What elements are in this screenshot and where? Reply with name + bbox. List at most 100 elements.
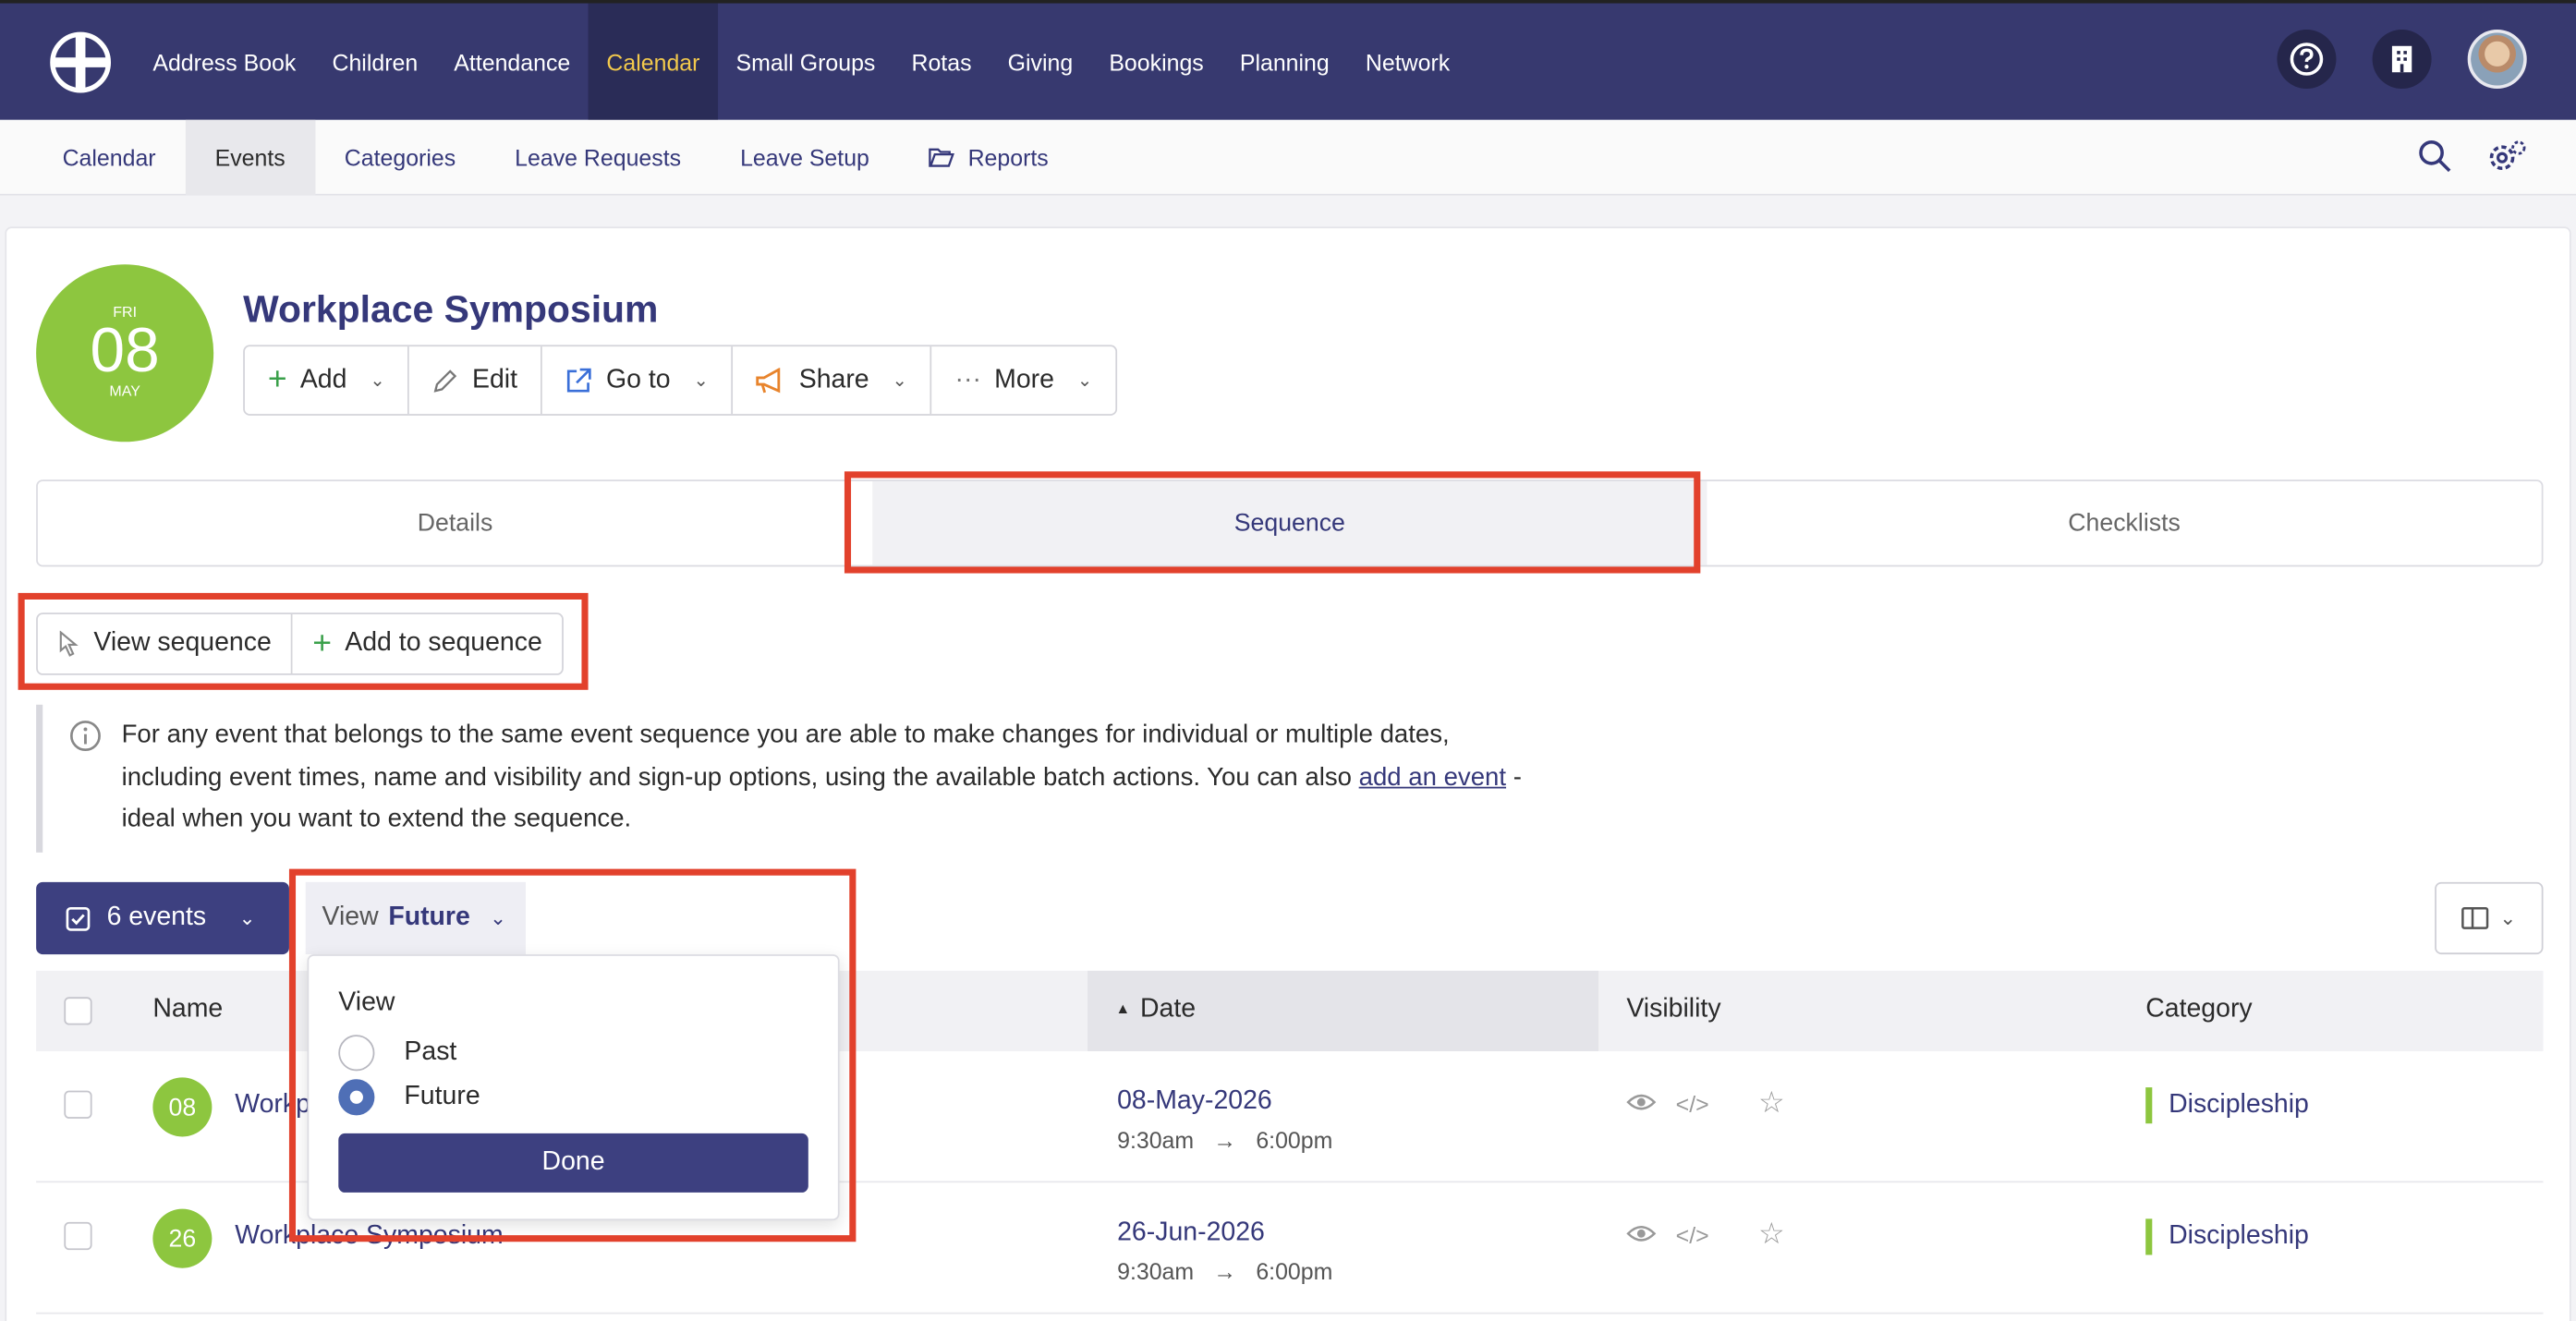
- nav-planning[interactable]: Planning: [1221, 4, 1347, 120]
- done-button[interactable]: Done: [338, 1133, 808, 1193]
- goto-button[interactable]: Go to ⌄: [542, 346, 734, 415]
- visibility-column-header[interactable]: Visibility: [1626, 996, 1720, 1025]
- tab-details[interactable]: Details: [38, 481, 872, 565]
- popup-title: View: [338, 988, 395, 1017]
- columns-icon: [2461, 907, 2490, 929]
- row-checkbox[interactable]: [64, 1090, 92, 1119]
- sequence-button-group: View sequence + Add to sequence: [36, 612, 564, 675]
- search-icon[interactable]: [2418, 139, 2451, 173]
- more-label: More: [994, 365, 1054, 394]
- view-sequence-label: View sequence: [93, 629, 272, 658]
- tab-sequence[interactable]: Sequence: [872, 480, 1707, 565]
- row-visibility-icons: </> ☆: [1626, 1087, 1785, 1117]
- option-past-label: Past: [404, 1037, 457, 1066]
- event-card: FRI 08 MAY Workplace Symposium + Add ⌄ E…: [5, 226, 2571, 1321]
- nav-address-book[interactable]: Address Book: [135, 4, 314, 120]
- nav-calendar[interactable]: Calendar: [588, 3, 719, 120]
- share-button[interactable]: Share ⌄: [734, 346, 932, 415]
- row-end-time: 6:00pm: [1256, 1258, 1333, 1285]
- subnav-calendar[interactable]: Calendar: [33, 119, 186, 195]
- events-selection-button[interactable]: 6 events ⌄: [36, 881, 289, 955]
- info-circle-icon: [70, 721, 101, 752]
- subnav-categories[interactable]: Categories: [315, 119, 485, 195]
- row-start-time: 9:30am: [1117, 1126, 1195, 1154]
- top-nav: Address Book Children Attendance Calenda…: [0, 0, 2576, 120]
- code-embed-icon[interactable]: </>: [1676, 1222, 1709, 1248]
- star-icon[interactable]: ☆: [1758, 1087, 1785, 1117]
- event-month: MAY: [109, 382, 140, 400]
- add-button[interactable]: + Add ⌄: [245, 346, 410, 415]
- tab-checklists[interactable]: Checklists: [1707, 481, 2541, 565]
- option-future[interactable]: Future: [338, 1079, 480, 1116]
- nav-children[interactable]: Children: [314, 4, 436, 120]
- chevron-down-icon: ⌄: [693, 370, 709, 392]
- row-event-date[interactable]: 26-Jun-2026: [1117, 1218, 1265, 1248]
- view-filter-button[interactable]: View Future ⌄: [305, 881, 526, 955]
- row-checkbox[interactable]: [64, 1221, 92, 1251]
- subnav-events[interactable]: Events: [185, 118, 315, 195]
- subnav-reports-label: Reports: [967, 143, 1049, 171]
- pencil-icon: [434, 369, 457, 392]
- name-column-header[interactable]: Name: [152, 996, 223, 1025]
- megaphone-icon: [756, 367, 781, 393]
- category-column-header[interactable]: Category: [2145, 996, 2252, 1025]
- app-root: Address Book Children Attendance Calenda…: [0, 0, 2576, 1321]
- view-filter-value: Future: [388, 903, 470, 932]
- date-column-header[interactable]: Date: [1140, 996, 1196, 1025]
- user-avatar[interactable]: [2467, 30, 2527, 90]
- ellipsis-icon: ···: [954, 365, 981, 394]
- subnav-leave-setup[interactable]: Leave Setup: [711, 119, 899, 195]
- app-logo-icon[interactable]: [49, 30, 112, 93]
- add-to-sequence-label: Add to sequence: [345, 629, 542, 658]
- cursor-pointer-icon: [59, 630, 79, 657]
- chevron-down-icon: ⌄: [2499, 906, 2517, 930]
- row-event-date[interactable]: 08-May-2026: [1117, 1087, 1272, 1117]
- nav-attendance[interactable]: Attendance: [436, 4, 589, 120]
- view-filter-popup: View Past Future Done: [307, 954, 840, 1221]
- add-to-sequence-button[interactable]: + Add to sequence: [293, 614, 562, 673]
- organisation-button[interactable]: [2372, 30, 2432, 90]
- chevron-down-icon: ⌄: [370, 370, 385, 392]
- event-title: Workplace Symposium: [243, 287, 659, 331]
- share-label: Share: [798, 365, 869, 394]
- radio-future[interactable]: [338, 1079, 375, 1116]
- events-count-label: 6 events: [106, 903, 207, 932]
- row-date-badge: 08: [152, 1077, 213, 1137]
- settings-gear-icon[interactable]: [2487, 139, 2527, 173]
- edit-label: Edit: [471, 365, 518, 394]
- eye-icon[interactable]: [1626, 1091, 1657, 1114]
- row-end-time: 6:00pm: [1256, 1126, 1333, 1154]
- nav-small-groups[interactable]: Small Groups: [718, 4, 893, 120]
- plus-icon: +: [312, 624, 333, 661]
- add-event-link[interactable]: add an event: [1359, 763, 1506, 791]
- subnav-reports[interactable]: Reports: [899, 119, 1078, 195]
- view-sequence-button[interactable]: View sequence: [38, 614, 293, 674]
- sequence-info-note: For any event that belongs to the same e…: [36, 704, 1550, 853]
- subnav-leave-requests[interactable]: Leave Requests: [485, 119, 711, 195]
- nav-rotas[interactable]: Rotas: [893, 4, 990, 120]
- sub-nav: Calendar Events Categories Leave Request…: [0, 118, 2576, 196]
- option-past[interactable]: Past: [338, 1035, 457, 1072]
- star-icon[interactable]: ☆: [1758, 1218, 1785, 1248]
- row-category[interactable]: Discipleship: [2145, 1218, 2309, 1255]
- edit-button[interactable]: Edit: [409, 346, 542, 415]
- question-icon: [2290, 42, 2324, 76]
- code-embed-icon[interactable]: </>: [1676, 1091, 1709, 1117]
- chevron-down-icon: ⌄: [490, 906, 507, 930]
- building-icon: [2391, 45, 2412, 73]
- option-future-label: Future: [404, 1082, 480, 1110]
- nav-bookings[interactable]: Bookings: [1091, 4, 1222, 120]
- select-all-checkbox[interactable]: [64, 997, 92, 1025]
- checkbox-checked-icon: [66, 906, 91, 930]
- nav-network[interactable]: Network: [1347, 4, 1467, 120]
- external-link-icon: [566, 368, 591, 393]
- help-button[interactable]: [2277, 30, 2337, 90]
- column-layout-button[interactable]: ⌄: [2435, 881, 2544, 955]
- nav-giving[interactable]: Giving: [990, 4, 1091, 120]
- radio-past[interactable]: [338, 1035, 375, 1072]
- row-date-badge: 26: [152, 1208, 213, 1268]
- more-button[interactable]: ··· More ⌄: [932, 346, 1116, 414]
- eye-icon[interactable]: [1626, 1222, 1657, 1245]
- row-category[interactable]: Discipleship: [2145, 1087, 2309, 1124]
- row-event-name[interactable]: Workplace Symposium: [235, 1222, 503, 1252]
